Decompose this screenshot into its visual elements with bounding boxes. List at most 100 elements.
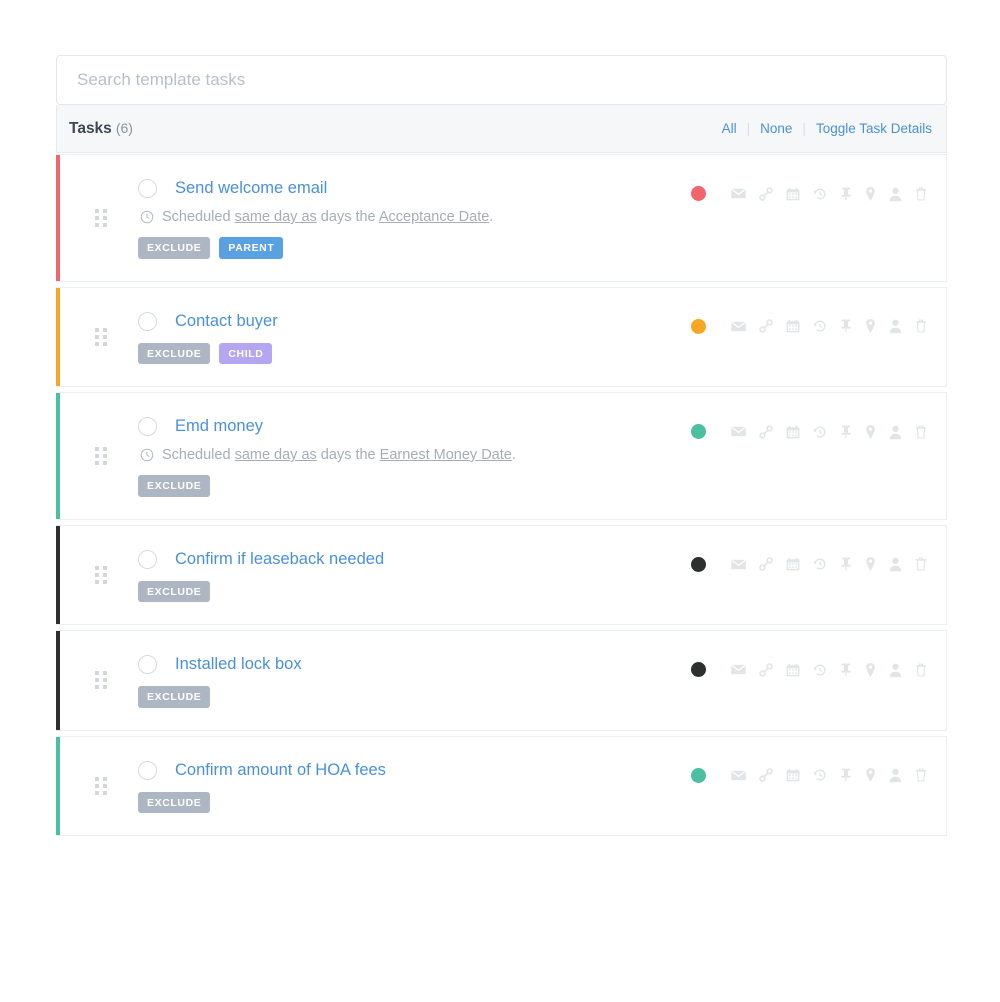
status-color-dot[interactable] xyxy=(691,424,706,439)
envelope-icon[interactable] xyxy=(730,767,747,784)
envelope-icon[interactable] xyxy=(730,423,747,440)
calendar-icon[interactable] xyxy=(785,556,801,572)
pin-icon[interactable] xyxy=(839,318,853,334)
task-actions xyxy=(691,767,928,784)
badge-exclude[interactable]: EXCLUDE xyxy=(138,237,211,259)
trash-icon[interactable] xyxy=(914,318,928,334)
history-icon[interactable] xyxy=(812,186,828,202)
envelope-icon[interactable] xyxy=(730,318,747,335)
drag-handle-icon[interactable] xyxy=(84,565,118,584)
user-icon[interactable] xyxy=(888,318,903,334)
envelope-icon[interactable] xyxy=(730,661,747,678)
calendar-icon[interactable] xyxy=(785,186,801,202)
link-chain-icon[interactable] xyxy=(758,556,774,572)
task-title-link[interactable]: Confirm amount of HOA fees xyxy=(175,761,386,780)
task-complete-checkbox[interactable] xyxy=(138,549,157,569)
pin-icon[interactable] xyxy=(839,662,853,678)
calendar-icon[interactable] xyxy=(785,424,801,440)
task-action-icons xyxy=(730,556,928,573)
task-complete-checkbox[interactable] xyxy=(138,417,157,436)
link-chain-icon[interactable] xyxy=(758,662,774,678)
link-chain-icon[interactable] xyxy=(758,767,774,783)
schedule-offset-link[interactable]: same day as xyxy=(235,209,317,225)
pin-icon[interactable] xyxy=(839,767,853,783)
envelope-icon[interactable] xyxy=(730,556,747,573)
status-color-dot[interactable] xyxy=(691,318,706,334)
search-input[interactable] xyxy=(75,69,928,91)
task-badges: EXCLUDE xyxy=(138,686,932,708)
status-color-dot[interactable] xyxy=(691,186,706,201)
pin-icon[interactable] xyxy=(839,556,853,572)
task-complete-checkbox[interactable] xyxy=(138,655,157,674)
link-chain-icon[interactable] xyxy=(758,318,774,334)
drag-handle-icon[interactable] xyxy=(84,776,118,795)
select-none-link[interactable]: None xyxy=(760,121,792,136)
schedule-middle: days the xyxy=(316,447,380,463)
map-marker-icon[interactable] xyxy=(864,318,877,334)
task-badges: EXCLUDE xyxy=(138,580,932,602)
trash-icon[interactable] xyxy=(914,424,928,440)
calendar-icon[interactable] xyxy=(785,318,801,334)
task-title-link[interactable]: Send welcome email xyxy=(175,179,327,198)
history-icon[interactable] xyxy=(812,424,828,440)
trash-icon[interactable] xyxy=(914,662,928,678)
schedule-anchor-date-link[interactable]: Earnest Money Date xyxy=(380,447,512,463)
header-separator-1: | xyxy=(746,121,751,136)
trash-icon[interactable] xyxy=(914,186,928,202)
envelope-icon[interactable] xyxy=(730,185,747,202)
task-title-link[interactable]: Confirm if leaseback needed xyxy=(175,550,384,569)
map-marker-icon[interactable] xyxy=(864,424,877,440)
template-tasks-panel: Tasks(6) All | None | Toggle Task Detail… xyxy=(56,55,947,841)
schedule-middle: days the xyxy=(316,209,379,225)
history-icon[interactable] xyxy=(812,318,828,334)
badge-child[interactable]: CHILD xyxy=(219,342,273,364)
link-chain-icon[interactable] xyxy=(758,424,774,440)
trash-icon[interactable] xyxy=(914,556,928,572)
user-icon[interactable] xyxy=(888,424,903,440)
task-title-link[interactable]: Installed lock box xyxy=(175,655,302,674)
toggle-task-details-link[interactable]: Toggle Task Details xyxy=(816,121,932,136)
task-complete-checkbox[interactable] xyxy=(138,179,157,198)
task-complete-checkbox[interactable] xyxy=(138,760,157,780)
user-icon[interactable] xyxy=(888,556,903,572)
task-actions xyxy=(691,661,928,678)
task-title-link[interactable]: Emd money xyxy=(175,417,263,436)
drag-handle-icon[interactable] xyxy=(84,208,118,227)
calendar-icon[interactable] xyxy=(785,662,801,678)
schedule-offset-link[interactable]: same day as xyxy=(235,447,317,463)
drag-handle-icon[interactable] xyxy=(84,446,118,465)
status-color-dot[interactable] xyxy=(691,662,706,677)
drag-handle-icon[interactable] xyxy=(84,327,118,346)
link-chain-icon[interactable] xyxy=(758,186,774,202)
badge-exclude[interactable]: EXCLUDE xyxy=(138,791,211,813)
history-icon[interactable] xyxy=(812,662,828,678)
history-icon[interactable] xyxy=(812,767,828,783)
map-marker-icon[interactable] xyxy=(864,186,877,202)
user-icon[interactable] xyxy=(888,767,903,783)
pin-icon[interactable] xyxy=(839,186,853,202)
pin-icon[interactable] xyxy=(839,424,853,440)
status-color-dot[interactable] xyxy=(691,767,706,783)
badge-exclude[interactable]: EXCLUDE xyxy=(138,475,211,497)
badge-parent[interactable]: PARENT xyxy=(219,237,284,259)
select-all-link[interactable]: All xyxy=(722,121,737,136)
task-complete-checkbox[interactable] xyxy=(138,311,157,331)
map-marker-icon[interactable] xyxy=(864,662,877,678)
drag-handle-icon[interactable] xyxy=(84,671,118,690)
calendar-icon[interactable] xyxy=(785,767,801,783)
map-marker-icon[interactable] xyxy=(864,767,877,783)
task-badges: EXCLUDE xyxy=(138,791,932,813)
history-icon[interactable] xyxy=(812,556,828,572)
badge-exclude[interactable]: EXCLUDE xyxy=(138,686,211,708)
user-icon[interactable] xyxy=(888,662,903,678)
schedule-anchor-date-link[interactable]: Acceptance Date xyxy=(379,209,489,225)
badge-exclude[interactable]: EXCLUDE xyxy=(138,580,211,602)
schedule-suffix: . xyxy=(511,447,516,463)
user-icon[interactable] xyxy=(888,186,903,202)
trash-icon[interactable] xyxy=(914,767,928,783)
status-color-dot[interactable] xyxy=(691,556,706,572)
search-box[interactable] xyxy=(56,55,947,105)
map-marker-icon[interactable] xyxy=(864,556,877,572)
badge-exclude[interactable]: EXCLUDE xyxy=(138,342,211,364)
task-title-link[interactable]: Contact buyer xyxy=(175,312,278,331)
